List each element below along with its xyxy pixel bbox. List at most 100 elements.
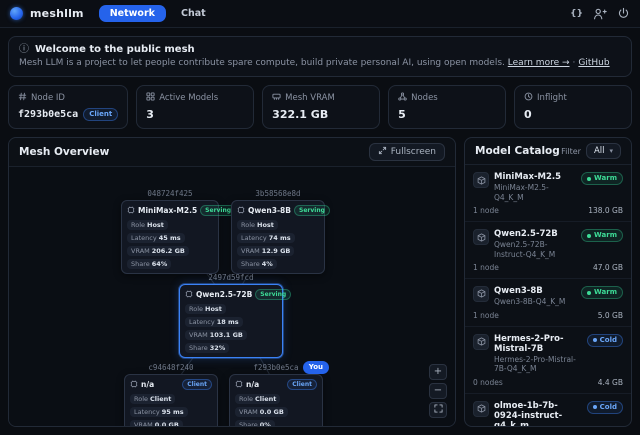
graph-controls: + − (429, 364, 447, 418)
clock-icon (524, 92, 533, 104)
stat-mesh-vram: Mesh VRAM 322.1 GB (262, 85, 380, 129)
network-icon (398, 92, 407, 104)
role-chip: RoleHost (185, 304, 226, 314)
node-id-label: c94648f240 (124, 363, 218, 372)
fit-view-button[interactable] (429, 402, 447, 418)
model-icon (473, 334, 489, 350)
brand-mesh: mesh (30, 7, 64, 20)
banner-title: Welcome to the public mesh (35, 44, 195, 55)
stat-label: Nodes (411, 93, 438, 103)
latency-chip: Latency74 ms (237, 233, 295, 243)
power-icon (617, 7, 630, 20)
model-icon (473, 286, 489, 302)
separator-dot: · (573, 58, 576, 68)
stat-active-models: Active Models 3 (136, 85, 254, 129)
model-name: MiniMax-M2.5 (494, 172, 574, 182)
model-catalog-item[interactable]: MiniMax-M2.5 MiniMax-M2.5-Q4_K_M Warm 1 … (465, 165, 631, 222)
node-model-name: n/a (141, 380, 154, 389)
model-variant: MiniMax-M2.5-Q4_K_M (494, 183, 574, 202)
model-name: olmoe-1b-7b-0924-instruct-q4_k_m (494, 401, 580, 426)
welcome-banner: ⓘ Welcome to the public mesh Mesh LLM is… (8, 36, 632, 77)
status-dot (593, 405, 597, 409)
client-badge: Client (287, 379, 317, 390)
learn-more-link[interactable]: Learn more → (508, 58, 570, 68)
status-dot (587, 234, 591, 238)
banner-text: Mesh LLM is a project to let people cont… (19, 58, 505, 68)
share-chip: Share32% (185, 343, 229, 353)
model-size: 4.4 GB (598, 378, 623, 387)
expand-corners-icon (434, 404, 443, 416)
mesh-node-f293b0e5ca[interactable]: You f293b0e5ca n/a Client RoleClient VRA… (229, 363, 323, 427)
model-catalog-item[interactable]: Hermes-2-Pro-Mistral-7B Hermes-2-Pro-Mis… (465, 327, 631, 394)
stat-value: 3 (146, 108, 154, 121)
stat-value: 5 (398, 108, 406, 121)
node-model-name: Qwen2.5-72B (196, 290, 252, 299)
model-size: 47.0 GB (593, 263, 623, 272)
github-link[interactable]: GitHub (578, 58, 609, 68)
vram-chip: VRAM206.2 GB (127, 246, 189, 256)
node-model-name: n/a (246, 380, 259, 389)
model-chip-icon (237, 206, 245, 214)
node-id-label: 3b58568e8d (231, 189, 325, 198)
model-catalog-item[interactable]: Qwen3-8B Qwen3-8B-Q4_K_M Warm 1 node 5.0… (465, 279, 631, 327)
topbar-actions: {} (570, 7, 630, 21)
tab-network[interactable]: Network (99, 5, 166, 22)
model-catalog-item[interactable]: Qwen2.5-72B Qwen2.5-72B-Instruct-Q4_K_M … (465, 222, 631, 279)
share-chip: Share64% (127, 259, 171, 269)
main: Mesh Overview Fullscreen 048724f425 (8, 137, 632, 427)
status-dot (587, 177, 591, 181)
model-variant: Qwen2.5-72B-Instruct-Q4_K_M (494, 240, 574, 259)
model-list: MiniMax-M2.5 MiniMax-M2.5-Q4_K_M Warm 1 … (465, 165, 631, 426)
peers-button[interactable] (593, 7, 607, 21)
node-card: Qwen3-8B Serving RoleHost Latency74 ms V… (231, 200, 325, 274)
mesh-graph[interactable]: 048724f425 MiniMax-M2.5 Serving RoleHost… (9, 167, 455, 426)
mesh-node-048724f425[interactable]: 048724f425 MiniMax-M2.5 Serving RoleHost… (121, 189, 219, 274)
model-name: Qwen3-8B (494, 286, 574, 296)
model-node-count: 1 node (473, 263, 499, 272)
model-node-count: 1 node (473, 311, 499, 320)
status-badge: Warm (581, 229, 623, 242)
vram-chip: VRAM0.0 GB (235, 407, 288, 417)
model-size: 138.0 GB (588, 206, 623, 215)
zoom-out-button[interactable]: − (429, 383, 447, 399)
power-button[interactable] (617, 7, 630, 20)
latency-chip: Latency18 ms (185, 317, 243, 327)
app: meshllm Network Chat {} ⓘ Welcome to the… (0, 0, 640, 435)
model-variant: Qwen3-8B-Q4_K_M (494, 297, 574, 306)
mesh-node-c94648f240[interactable]: c94648f240 n/a Client RoleClient Latency… (124, 363, 218, 427)
grid-icon (146, 92, 155, 104)
latency-chip: Latency45 ms (127, 233, 185, 243)
model-chip-icon (185, 290, 193, 298)
status-badge: Warm (581, 286, 623, 299)
zoom-in-button[interactable]: + (429, 364, 447, 380)
stat-label: Inflight (537, 93, 567, 103)
mesh-node-3b58568e8d[interactable]: 3b58568e8d Qwen3-8B Serving RoleHost Lat… (231, 189, 325, 274)
model-icon (473, 172, 489, 188)
node-model-name: Qwen3-8B (248, 206, 291, 215)
filter-label: Filter (561, 147, 581, 156)
person-plus-icon (593, 7, 607, 21)
code-button[interactable]: {} (570, 9, 583, 19)
node-id-label: 2497d59fcd (179, 273, 283, 282)
stat-node-id: Node ID f293b0e5caClient (8, 85, 128, 129)
stat-label: Mesh VRAM (285, 93, 335, 103)
node-id-label: 048724f425 (121, 189, 219, 198)
filter-select[interactable]: All▾ (586, 143, 621, 159)
stat-label: Node ID (31, 93, 65, 103)
main-tabs: Network Chat (99, 5, 217, 22)
tab-chat[interactable]: Chat (170, 5, 217, 22)
fullscreen-button[interactable]: Fullscreen (369, 143, 445, 161)
stat-nodes: Nodes 5 (388, 85, 506, 129)
model-catalog-item[interactable]: olmoe-1b-7b-0924-instruct-q4_k_m olmoe-1… (465, 394, 631, 426)
share-chip: Share0% (235, 420, 275, 427)
mesh-node-2497d59fcd[interactable]: 2497d59fcd Qwen2.5-72B Serving RoleHost … (179, 273, 283, 358)
fullscreen-icon (378, 146, 387, 158)
node-model-name: MiniMax-M2.5 (138, 206, 197, 215)
mesh-overview-panel: Mesh Overview Fullscreen 048724f425 (8, 137, 456, 427)
vram-chip: VRAM103.1 GB (185, 330, 247, 340)
stat-value: 322.1 GB (272, 108, 328, 121)
model-variant: Hermes-2-Pro-Mistral-7B-Q4_K_M (494, 355, 580, 374)
model-node-count: 0 nodes (473, 378, 503, 387)
model-name: Hermes-2-Pro-Mistral-7B (494, 334, 580, 354)
node-card: n/a Client RoleClient VRAM0.0 GB Share0% (229, 374, 323, 427)
